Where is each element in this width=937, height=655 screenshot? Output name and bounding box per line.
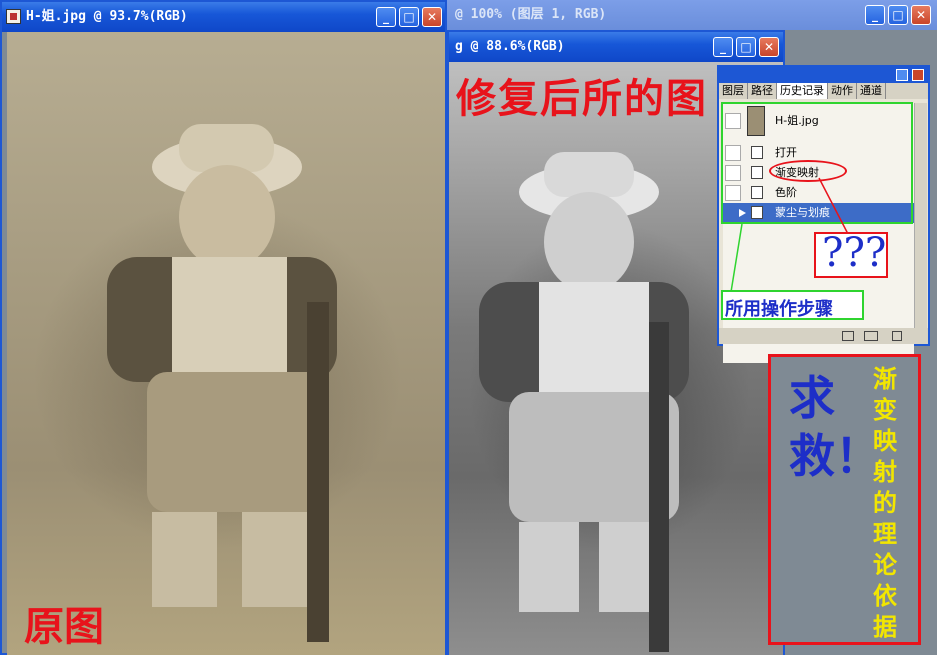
minimize-icon[interactable] — [896, 69, 908, 81]
history-panel-tabs: 图层 路径 历史记录 动作 通道 — [719, 83, 928, 99]
back-window[interactable]: @ 100% (图层 1, RGB) _ □ ✕ — [447, 0, 937, 32]
maximize-icon[interactable]: □ — [399, 7, 419, 27]
help-box: 求救！ 渐变映射的理论依据 — [768, 354, 921, 645]
close-icon[interactable]: ✕ — [759, 37, 779, 57]
history-panel-scrollbar[interactable] — [914, 103, 927, 328]
tab-actions[interactable]: 动作 — [828, 83, 857, 99]
minimize-icon[interactable]: _ — [865, 5, 885, 25]
steps-label-box: 所用操作步骤 — [721, 290, 864, 320]
history-panel-titlebar[interactable] — [719, 67, 928, 83]
tab-channels[interactable]: 通道 — [857, 83, 886, 99]
tab-history[interactable]: 历史记录 — [777, 83, 828, 99]
original-window-title: H-姐.jpg @ 93.7%(RGB) — [26, 9, 188, 24]
help-text: 求救！ — [789, 371, 881, 483]
trash-icon[interactable] — [892, 331, 902, 341]
tab-paths[interactable]: 路径 — [748, 83, 777, 99]
new-document-icon[interactable] — [842, 331, 854, 341]
minimize-icon[interactable]: _ — [713, 37, 733, 57]
child-silhouette-sepia — [107, 124, 337, 642]
highlight-gradient-map — [769, 160, 847, 182]
photoshop-doc-icon — [6, 9, 21, 24]
close-icon[interactable] — [912, 69, 924, 81]
tab-layers[interactable]: 图层 — [719, 83, 748, 99]
snapshot-camera-icon[interactable] — [864, 331, 878, 341]
original-photo — [7, 32, 445, 655]
back-window-titlebar[interactable]: @ 100% (图层 1, RGB) — [447, 0, 937, 30]
original-image-window[interactable]: H-姐.jpg @ 93.7%(RGB) _ □ ✕ 原图 — [0, 0, 447, 655]
maximize-icon[interactable]: □ — [888, 5, 908, 25]
label-restored: 修复后所的图 — [456, 75, 708, 122]
question-marks-box: ??? — [814, 230, 888, 278]
back-window-title: @ 100% (图层 1, RGB) — [455, 7, 607, 22]
restored-window-title: g @ 88.6%(RGB) — [455, 39, 565, 54]
question-text: 渐变映射的理论依据 — [873, 364, 897, 641]
steps-label: 所用操作步骤 — [725, 299, 833, 320]
maximize-icon[interactable]: □ — [736, 37, 756, 57]
close-icon[interactable]: ✕ — [911, 5, 931, 25]
minimize-icon[interactable]: _ — [376, 7, 396, 27]
label-original: 原图 — [24, 603, 104, 650]
question-marks: ??? — [822, 230, 887, 276]
history-panel-footer — [719, 328, 928, 344]
close-icon[interactable]: ✕ — [422, 7, 442, 27]
